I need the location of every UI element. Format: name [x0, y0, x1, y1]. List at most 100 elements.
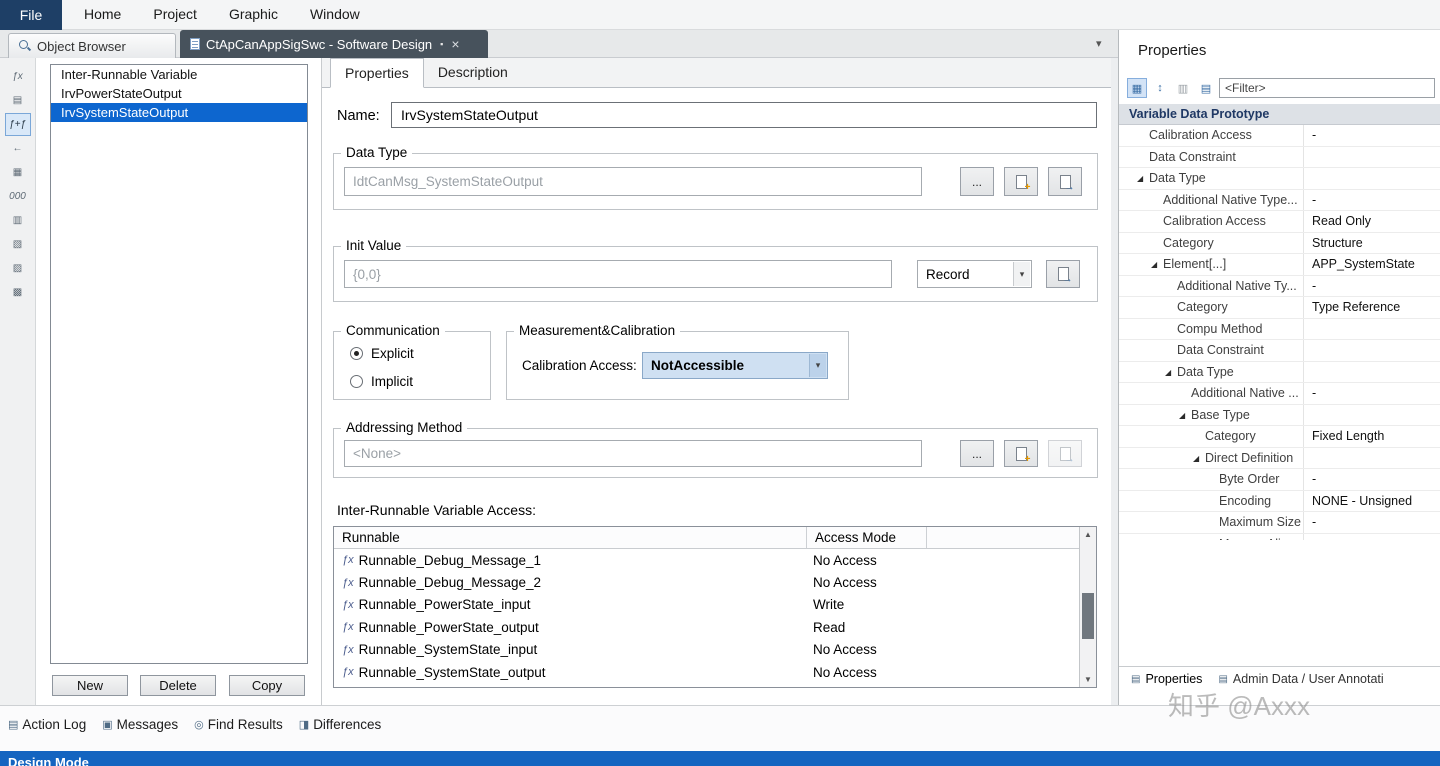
- radio-explicit[interactable]: Explicit: [350, 346, 414, 361]
- init-value-goto-button[interactable]: →: [1046, 260, 1080, 288]
- runnable-cell: ƒx Runnable_SystemState_output: [334, 665, 807, 680]
- data-type-goto-button[interactable]: →: [1048, 167, 1082, 196]
- property-row[interactable]: Memory Alig...: [1119, 533, 1440, 540]
- panel-splitter[interactable]: [1111, 58, 1118, 705]
- property-row[interactable]: Byte Order -: [1119, 469, 1440, 491]
- status-tab-differences[interactable]: ◨ Differences: [299, 717, 381, 732]
- runnable-cell: ƒx Runnable_Debug_Message_2: [334, 575, 807, 590]
- menu-graphic[interactable]: Graphic: [213, 0, 294, 29]
- addressing-method-input[interactable]: [344, 440, 922, 467]
- data-type-new-button[interactable]: +: [1004, 167, 1038, 196]
- property-key-cell: Calibration Access: [1119, 125, 1304, 146]
- property-page-icon[interactable]: ▤: [1196, 78, 1216, 98]
- addressing-browse-button[interactable]: ...: [960, 440, 994, 467]
- new-button[interactable]: New: [52, 675, 128, 696]
- property-row[interactable]: Encoding NONE - Unsigned: [1119, 490, 1440, 512]
- property-value: -: [1312, 128, 1317, 142]
- property-row[interactable]: Category Fixed Length: [1119, 426, 1440, 448]
- paste-icon[interactable]: ▤: [5, 89, 31, 112]
- sort-alphabetical-icon[interactable]: ↕: [1150, 78, 1170, 98]
- property-row[interactable]: Maximum Size -: [1119, 512, 1440, 534]
- property-grid-header[interactable]: Variable Data Prototype: [1119, 104, 1440, 125]
- scroll-down-icon[interactable]: ▼: [1080, 675, 1096, 684]
- tab-label: Object Browser: [37, 38, 126, 54]
- properties-panel: Properties ▦↕▥▤ Variable Data Prototype …: [1118, 30, 1440, 705]
- tab-overflow-icon[interactable]: ▾: [1096, 37, 1102, 50]
- property-row[interactable]: Compu Method: [1119, 318, 1440, 340]
- access-table-row[interactable]: ƒx Runnable_PowerState_output Read: [334, 616, 1096, 638]
- property-row[interactable]: Data Constraint: [1119, 146, 1440, 168]
- status-tab-find-results[interactable]: ◎ Find Results: [194, 717, 283, 732]
- addressing-new-button[interactable]: +: [1004, 440, 1038, 467]
- list-item-inter-runnable-variable[interactable]: Inter-Runnable Variable: [51, 65, 307, 84]
- status-tab-messages[interactable]: ▣ Messages: [102, 717, 178, 732]
- menu-window[interactable]: Window: [294, 0, 376, 29]
- access-table-row[interactable]: ƒx Runnable_PowerState_input Write: [334, 594, 1096, 616]
- menu-project[interactable]: Project: [137, 0, 213, 29]
- menu-file[interactable]: File: [0, 0, 62, 30]
- tab-software-design[interactable]: CtApCanAppSigSwc - Software Design ▪ ×: [180, 30, 488, 58]
- list-item-irvpowerstateoutput[interactable]: IrvPowerStateOutput: [51, 84, 307, 103]
- port-icon[interactable]: ←: [5, 137, 31, 160]
- init-value-type-select[interactable]: Record ▾: [917, 260, 1032, 288]
- scroll-up-icon[interactable]: ▲: [1080, 530, 1096, 539]
- radio-implicit[interactable]: Implicit: [350, 374, 414, 389]
- property-row[interactable]: Calibration Access Read Only: [1119, 211, 1440, 233]
- library-icon[interactable]: ▧: [5, 233, 31, 256]
- grid-icon[interactable]: ▥: [5, 209, 31, 232]
- property-row[interactable]: Calibration Access -: [1119, 125, 1440, 147]
- function-icon[interactable]: ƒx: [5, 65, 31, 88]
- editor-tab-description[interactable]: Description: [424, 58, 522, 87]
- property-row[interactable]: ◢ Direct Definition: [1119, 447, 1440, 469]
- panel-tab-admin-data-user-annotati[interactable]: ▤ Admin Data / User Annotati: [1218, 672, 1383, 686]
- scroll-thumb[interactable]: [1082, 593, 1094, 639]
- list-item-irvsystemstateoutput[interactable]: IrvSystemStateOutput: [51, 103, 307, 122]
- property-row[interactable]: Category Type Reference: [1119, 297, 1440, 319]
- modified-indicator-icon: ▪: [440, 39, 444, 49]
- name-input[interactable]: [391, 102, 1097, 128]
- status-tab-action-log[interactable]: ▤ Action Log: [8, 717, 86, 732]
- property-row[interactable]: Additional Native Ty... -: [1119, 275, 1440, 297]
- object-list-panel: Inter-Runnable Variable IrvPowerStateOutp…: [36, 58, 321, 705]
- property-row[interactable]: ◢ Element[...] APP_SystemState: [1119, 254, 1440, 276]
- tab-object-browser[interactable]: Object Browser: [8, 33, 176, 58]
- column-access-mode[interactable]: Access Mode: [807, 527, 927, 548]
- filter-input[interactable]: [1219, 78, 1435, 98]
- access-table-row[interactable]: ƒx Runnable_Debug_Message_2 No Access: [334, 571, 1096, 593]
- property-key: Data Constraint: [1149, 149, 1236, 164]
- property-key-cell: Additional Native ...: [1119, 383, 1304, 404]
- property-key: Encoding: [1219, 493, 1272, 508]
- delete-button[interactable]: Delete: [140, 675, 216, 696]
- access-table-row[interactable]: ƒx Runnable_Debug_Message_1 No Access: [334, 549, 1096, 571]
- init-value-input[interactable]: [344, 260, 892, 288]
- categorized-view-icon[interactable]: ▦: [1127, 78, 1147, 98]
- data-type-browse-button[interactable]: ...: [960, 167, 994, 196]
- inter-runnable-variable-icon[interactable]: ƒ+ƒ: [4, 113, 31, 136]
- menu-home[interactable]: Home: [68, 0, 137, 29]
- access-table-row[interactable]: ƒx Runnable_SystemState_input No Access: [334, 639, 1096, 661]
- property-row[interactable]: Data Constraint: [1119, 340, 1440, 362]
- calibration-access-select[interactable]: NotAccessible ▾: [642, 352, 828, 379]
- property-row[interactable]: ◢ Base Type: [1119, 404, 1440, 426]
- data-type-input[interactable]: [344, 167, 922, 196]
- property-row[interactable]: Additional Native ... -: [1119, 383, 1440, 405]
- table-icon[interactable]: ▦: [5, 161, 31, 184]
- property-row[interactable]: ◢ Data Type: [1119, 168, 1440, 190]
- grid-view-icon[interactable]: ▥: [1173, 78, 1193, 98]
- table-scrollbar[interactable]: ▲ ▼: [1079, 527, 1096, 687]
- property-row[interactable]: Additional Native Type... -: [1119, 189, 1440, 211]
- property-row[interactable]: Category Structure: [1119, 232, 1440, 254]
- expand-arrow-icon: ◢: [1193, 453, 1200, 463]
- property-row[interactable]: ◢ Data Type: [1119, 361, 1440, 383]
- copy-button[interactable]: Copy: [229, 675, 305, 696]
- close-icon[interactable]: ×: [451, 36, 459, 52]
- component-icon[interactable]: ▨: [5, 257, 31, 280]
- panel-tab-properties[interactable]: ▤ Properties: [1131, 672, 1202, 686]
- access-table-row[interactable]: ƒx Runnable_SystemState_output No Access: [334, 661, 1096, 683]
- editor-tab-properties[interactable]: Properties: [330, 58, 424, 88]
- property-key-cell: ◢ Data Type: [1119, 168, 1304, 189]
- property-key: Category: [1205, 429, 1256, 443]
- digits-icon[interactable]: 000: [5, 185, 31, 208]
- composition-icon[interactable]: ▩: [5, 281, 31, 304]
- column-runnable[interactable]: Runnable: [334, 527, 807, 548]
